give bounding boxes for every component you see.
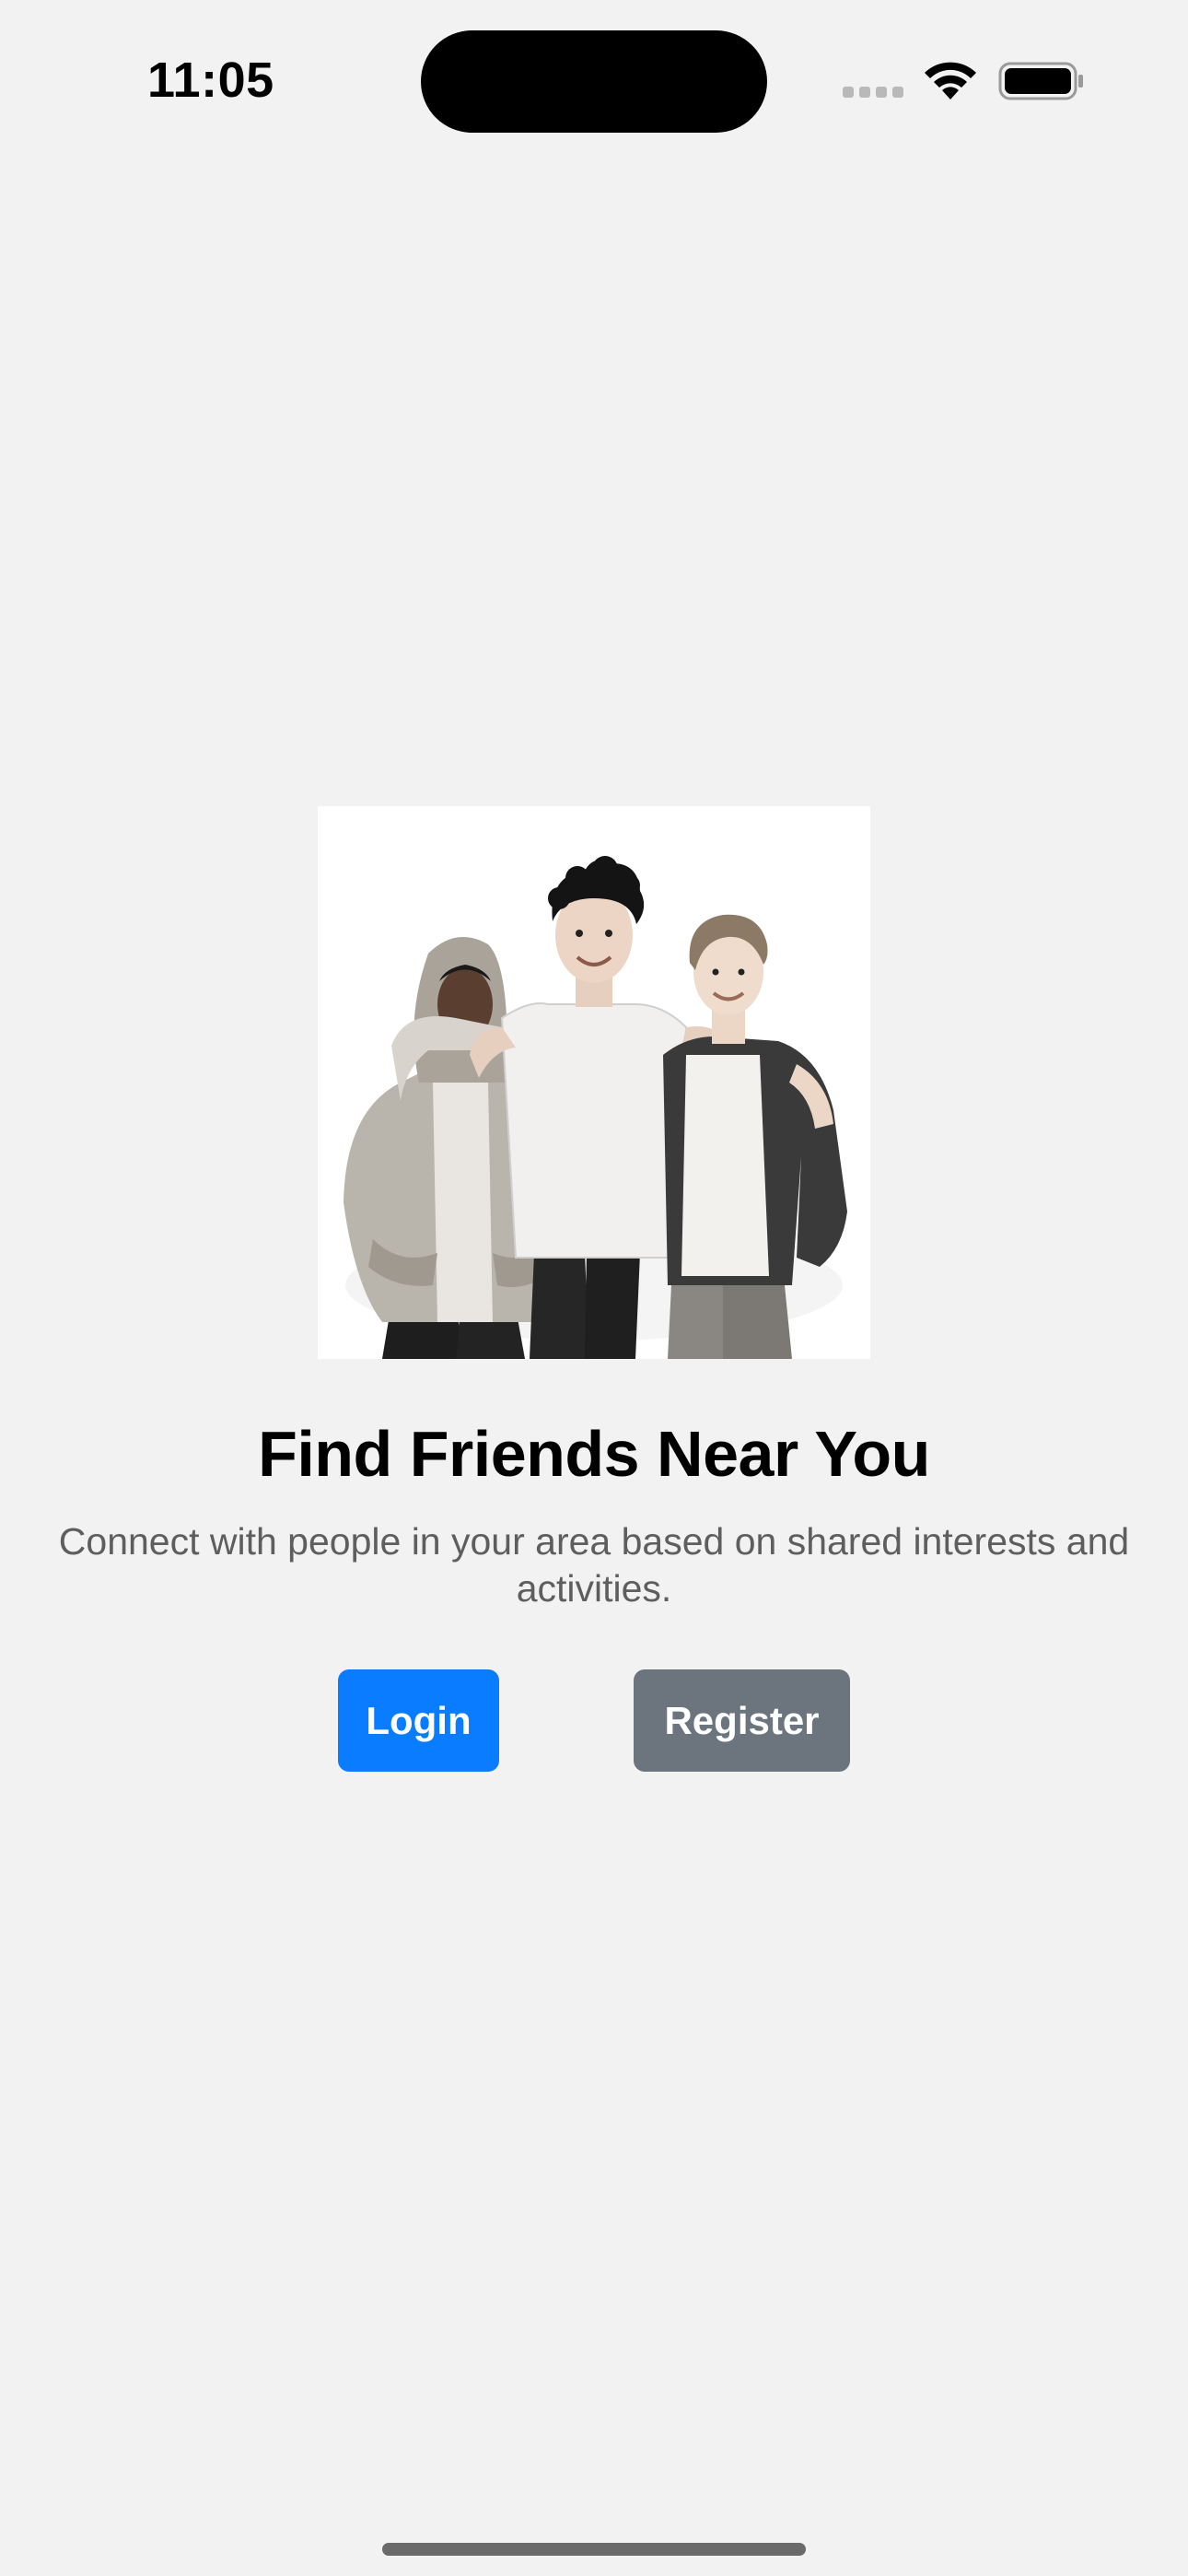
register-button[interactable]: Register (634, 1669, 850, 1772)
home-indicator[interactable] (382, 2543, 806, 2556)
status-bar-time: 11:05 (147, 53, 274, 108)
hero-illustration (318, 806, 870, 1359)
page-subtitle: Connect with people in your area based o… (58, 1520, 1130, 1610)
dynamic-island (421, 30, 767, 133)
battery-icon (998, 62, 1083, 100)
page-title: Find Friends Near You (258, 1418, 930, 1490)
wifi-icon (925, 62, 976, 100)
three-friends-illustration (318, 806, 870, 1359)
signal-dots-icon (843, 87, 905, 98)
login-button[interactable]: Login (338, 1669, 499, 1772)
